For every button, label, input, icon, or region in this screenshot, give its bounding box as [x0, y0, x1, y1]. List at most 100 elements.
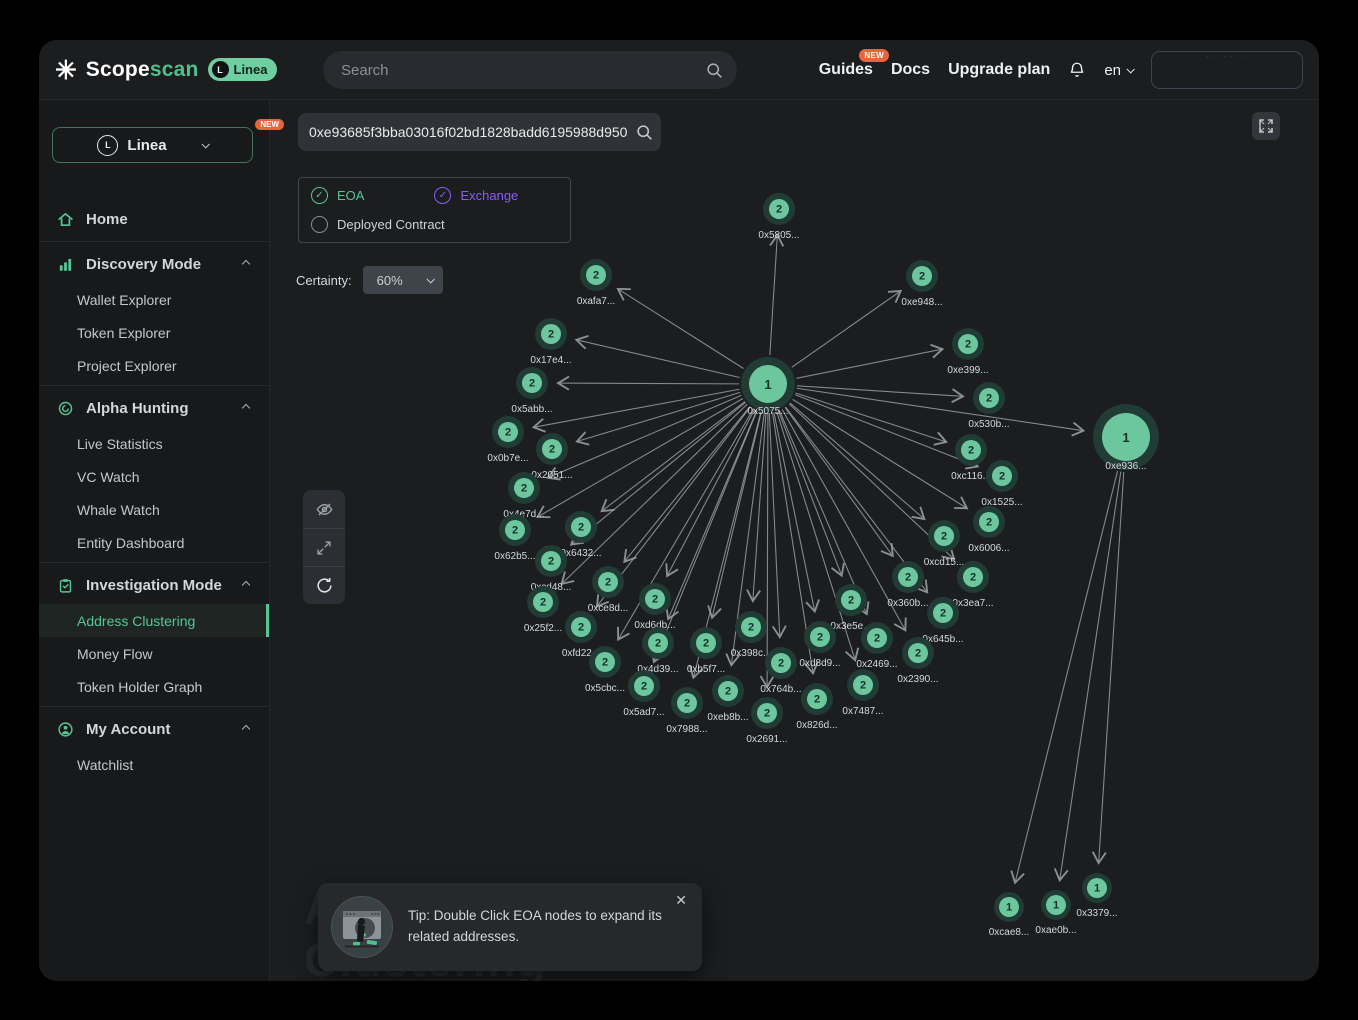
checked-circle-icon[interactable]: ✓ [311, 187, 328, 204]
network-dropdown[interactable]: L Linea NEW [52, 127, 253, 163]
graph-node-label: 0xb5f7... [687, 664, 725, 675]
graph-node-label: 0x6006... [968, 543, 1009, 554]
graph-node-0xb5f7[interactable]: 20xb5f7... [687, 627, 725, 675]
chevron-up-icon [242, 260, 250, 268]
fullscreen-button[interactable] [1252, 112, 1280, 140]
sidebar-item-whale-watch[interactable]: Whale Watch [39, 493, 269, 526]
svg-text:1: 1 [1006, 902, 1012, 914]
graph-node-label: 0xe399... [947, 365, 988, 376]
graph-node-label: 0xcd15... [924, 557, 965, 568]
graph-node-0x360b[interactable]: 20x360b... [887, 561, 928, 609]
sidebar-item-home[interactable]: Home [39, 200, 269, 238]
graph-node-0xe936[interactable]: 10xe936... [1093, 404, 1159, 472]
filter-eoa[interactable]: ✓ EOA [311, 187, 364, 204]
graph-node-0x6006[interactable]: 20x6006... [968, 506, 1009, 554]
graph-node-0xd6db[interactable]: 20xd6db... [634, 583, 675, 631]
expand-graph-button[interactable] [303, 528, 345, 566]
sidebar-item-wallet-explorer[interactable]: Wallet Explorer [39, 283, 269, 316]
nav-guides[interactable]: GuidesNEW [819, 61, 873, 79]
graph-node-0x7487[interactable]: 20x7487... [842, 669, 883, 717]
graph-node-0xe399[interactable]: 20xe399... [947, 328, 988, 376]
sidebar-item-token-holder-graph[interactable]: Token Holder Graph [39, 670, 269, 703]
graph-edge [534, 389, 740, 427]
sidebar-section-discovery-mode[interactable]: Discovery Mode [39, 245, 269, 283]
graph-node-0x5ad7[interactable]: 20x5ad7... [623, 670, 664, 718]
graph-edge [571, 402, 745, 544]
graph-node-0x3e5e[interactable]: 20x3e5e... [830, 584, 871, 632]
graph-node-0x3ea7[interactable]: 20x3ea7... [952, 561, 993, 609]
header-outlined-button[interactable]: ·· ·· · [1151, 51, 1303, 89]
sidebar-section-investigation-mode[interactable]: Investigation Mode [39, 566, 269, 604]
graph-canvas[interactable]: 10x5075...10xe936...20x5805...20xafa7...… [270, 100, 1319, 981]
address-search-bar[interactable] [298, 113, 661, 151]
checked-circle-icon[interactable]: ✓ [434, 187, 451, 204]
svg-text:2: 2 [548, 556, 554, 568]
language-selector[interactable]: en [1104, 62, 1133, 79]
nav-docs[interactable]: Docs [891, 61, 930, 79]
graph-node-0x4d39[interactable]: 20x4d39... [637, 627, 678, 675]
graph-node-label: 0xafa7... [577, 296, 615, 307]
hide-labels-button[interactable] [303, 490, 345, 528]
divider [39, 706, 269, 707]
global-search[interactable] [323, 51, 737, 89]
graph-node-0x2051[interactable]: 20x2051... [531, 433, 572, 481]
graph-node-label: 0x3379... [1076, 908, 1117, 919]
graph-node-0x2691[interactable]: 20x2691... [746, 697, 787, 745]
svg-text:2: 2 [814, 694, 820, 706]
refresh-graph-button[interactable] [303, 566, 345, 604]
svg-text:2: 2 [549, 444, 555, 456]
sidebar-item-token-explorer[interactable]: Token Explorer [39, 316, 269, 349]
graph-node-0x0b7e[interactable]: 20x0b7e... [487, 416, 528, 464]
clipboard-icon [57, 577, 74, 594]
sidebar-section-alpha-hunting[interactable]: Alpha Hunting [39, 389, 269, 427]
sidebar-item-money-flow[interactable]: Money Flow [39, 637, 269, 670]
sidebar-item-project-explorer[interactable]: Project Explorer [39, 349, 269, 382]
address-input[interactable] [309, 124, 636, 140]
graph-node-0x1525[interactable]: 20x1525... [981, 460, 1022, 508]
sidebar-item-address-clustering[interactable]: Address Clustering [39, 604, 269, 637]
filter-exchange[interactable]: ✓ Exchange [434, 187, 518, 204]
graph-node-0xcae8[interactable]: 10xcae8... [989, 892, 1030, 938]
graph-node-0x5abb[interactable]: 20x5abb... [511, 367, 552, 415]
graph-node-0xcd15[interactable]: 20xcd15... [924, 520, 965, 568]
graph-node-0x6432[interactable]: 20x6432... [560, 511, 601, 559]
graph-node-0xafa7[interactable]: 20xafa7... [577, 259, 615, 307]
svg-text:2: 2 [529, 378, 535, 390]
unchecked-circle-icon[interactable] [311, 216, 328, 233]
graph-node-0xae0b[interactable]: 10xae0b... [1035, 890, 1076, 936]
sidebar-item-entity-dashboard[interactable]: Entity Dashboard [39, 526, 269, 559]
svg-text:2: 2 [940, 608, 946, 620]
graph-edge [1060, 472, 1121, 881]
svg-text:2: 2 [778, 658, 784, 670]
svg-text:2: 2 [602, 657, 608, 669]
graph-node-0xeb8b[interactable]: 20xeb8b... [707, 675, 748, 723]
graph-node-0xe948[interactable]: 20xe948... [901, 260, 942, 308]
graph-node-0x530b[interactable]: 20x530b... [968, 382, 1009, 430]
certainty-dropdown[interactable]: 60% [363, 266, 443, 294]
graph-node-0x25f2[interactable]: 20x25f2... [524, 586, 562, 634]
filter-deployed-contract[interactable]: Deployed Contract [311, 216, 558, 233]
search-icon [706, 62, 723, 79]
notification-bell-icon[interactable] [1068, 60, 1086, 80]
graph-node-0x7988[interactable]: 20x7988... [666, 687, 707, 735]
node-type-filter: ✓ EOA ✓ Exchange Deployed Contract [298, 177, 571, 243]
search-input[interactable] [341, 62, 706, 79]
graph-node-0x398c[interactable]: 20x398c... [731, 611, 772, 659]
brand-logo[interactable]: ✳ Scopescan L Linea [55, 57, 277, 83]
sidebar-item-live-statistics[interactable]: Live Statistics [39, 427, 269, 460]
sidebar-item-watchlist[interactable]: Watchlist [39, 748, 269, 781]
svg-text:1: 1 [764, 377, 771, 392]
nav-upgrade-plan[interactable]: Upgrade plan [948, 61, 1050, 79]
graph-node-label: 0x764b... [760, 684, 801, 695]
sidebar-item-vc-watch[interactable]: VC Watch [39, 460, 269, 493]
graph-node-0x3379[interactable]: 10x3379... [1076, 873, 1117, 919]
sidebar-section-my-account[interactable]: My Account [39, 710, 269, 748]
graph-node-0x62b5[interactable]: 20x62b5... [494, 514, 535, 562]
graph-node-0x17e4[interactable]: 20x17e4... [530, 318, 571, 366]
close-icon[interactable]: ✕ [675, 893, 687, 907]
graph-node-0x826d[interactable]: 20x826d... [796, 683, 837, 731]
graph-node-0x5075[interactable]: 10x5075... [741, 357, 795, 417]
graph-edge [796, 393, 947, 442]
graph-node-0x5805[interactable]: 20x5805... [758, 193, 799, 241]
svg-text:1: 1 [1122, 430, 1129, 445]
